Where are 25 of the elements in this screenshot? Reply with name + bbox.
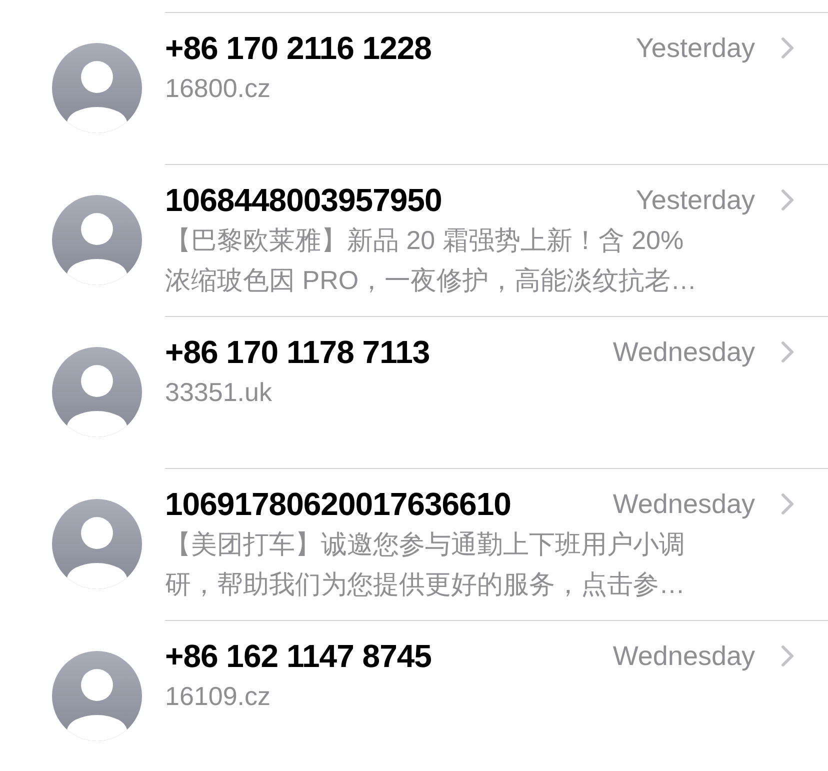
sender-name: +86 170 1178 7113 — [165, 333, 430, 372]
sender-name: 10691780620017636610 — [165, 485, 511, 524]
contact-avatar-icon — [52, 43, 142, 133]
message-time: Yesterday — [636, 184, 755, 217]
contact-avatar-icon — [52, 195, 142, 285]
message-time: Wednesday — [612, 488, 755, 521]
contact-avatar-icon — [52, 499, 142, 589]
chevron-right-icon — [781, 493, 795, 515]
message-preview: 【美团打车】诚邀您参与通勤上下班用户小调 研，帮助我们为您提供更好的服务，点击参… — [165, 528, 686, 601]
message-preview: 【巴黎欧莱雅】新品 20 霜强势上新！含 20% 浓缩玻色因 PRO，一夜修护，高能淡纹抗老… — [165, 224, 698, 297]
sender-name: 1068448003957950 — [165, 181, 442, 220]
message-time: Wednesday — [612, 336, 755, 369]
contact-avatar-icon — [52, 651, 142, 741]
message-preview: 16109.cz — [165, 680, 272, 713]
chevron-right-icon — [781, 645, 795, 667]
chevron-right-icon — [781, 341, 795, 363]
message-time: Yesterday — [636, 32, 755, 65]
sender-name: +86 170 2116 1228 — [165, 29, 432, 68]
chevron-right-icon — [781, 189, 795, 211]
message-preview: 33351.uk — [165, 376, 273, 409]
message-preview: 16800.cz — [165, 72, 272, 105]
sender-name: +86 162 1147 8745 — [165, 637, 432, 676]
message-time: Wednesday — [612, 640, 755, 673]
contact-avatar-icon — [52, 347, 142, 437]
chevron-right-icon — [781, 37, 795, 59]
